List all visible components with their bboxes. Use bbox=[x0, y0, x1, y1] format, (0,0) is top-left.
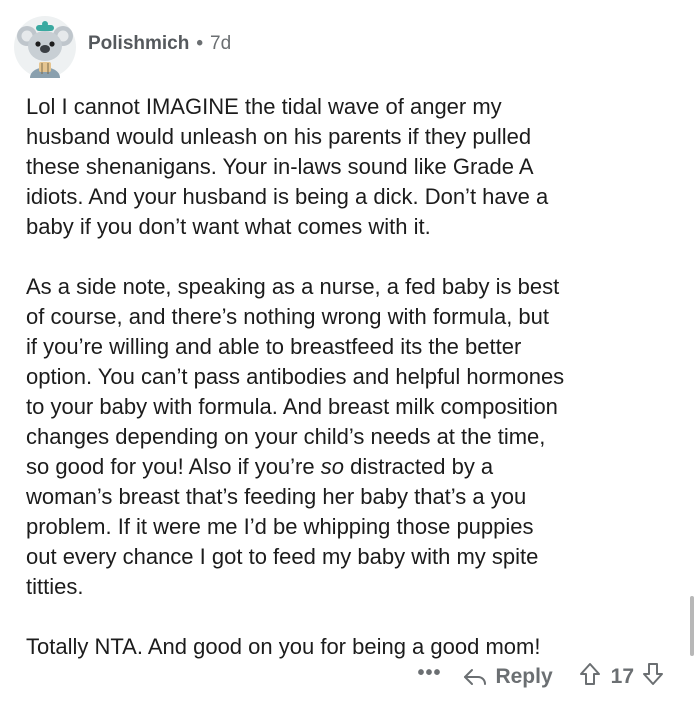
text-line: so good for you! Also if you’re so distr… bbox=[26, 452, 676, 482]
vote-controls: 17 bbox=[579, 662, 664, 692]
text-line: idiots. And your husband is being a dick… bbox=[26, 184, 549, 209]
comment-meta: Polishmich • 7d bbox=[88, 33, 231, 55]
text-line: Totally NTA. And good on you for being a… bbox=[26, 634, 541, 659]
comment-header: Polishmich • 7d bbox=[14, 14, 231, 80]
vote-score: 17 bbox=[610, 665, 634, 688]
meta-separator: • bbox=[196, 33, 204, 54]
comment-body: Lol I cannot IMAGINE the tidal wave of a… bbox=[26, 92, 676, 662]
text-line: husband would unleash on his parents if … bbox=[26, 124, 532, 149]
text-line: out every chance I got to feed my baby w… bbox=[26, 544, 539, 569]
reply-button[interactable]: Reply bbox=[463, 665, 553, 689]
emphasis-text: so bbox=[320, 454, 344, 479]
reply-arrow-icon bbox=[464, 669, 487, 685]
upvote-button[interactable] bbox=[579, 662, 601, 692]
text-line: problem. If it were me I’d be whipping t… bbox=[26, 514, 534, 539]
comment-paragraph-1: Lol I cannot IMAGINE the tidal wave of a… bbox=[26, 92, 676, 242]
text-line: if you’re willing and able to breastfeed… bbox=[26, 334, 522, 359]
comment-paragraph-3: Totally NTA. And good on you for being a… bbox=[26, 632, 676, 662]
text-line: these shenanigans. Your in-laws sound li… bbox=[26, 154, 534, 179]
text-segment: distracted by a bbox=[343, 454, 494, 479]
downvote-button[interactable] bbox=[642, 662, 664, 692]
comment-actions: ••• Reply 17 bbox=[417, 660, 664, 694]
downvote-arrow-icon bbox=[643, 663, 663, 685]
text-line: baby if you don’t want what comes with i… bbox=[26, 214, 431, 239]
text-line: titties. bbox=[26, 574, 84, 599]
text-line: Lol I cannot IMAGINE the tidal wave of a… bbox=[26, 94, 502, 119]
text-line: woman’s breast that’s feeding her baby t… bbox=[26, 484, 527, 509]
text-line: option. You can’t pass antibodies and he… bbox=[26, 364, 565, 389]
username-link[interactable]: Polishmich bbox=[88, 33, 189, 55]
avatar[interactable] bbox=[14, 16, 76, 78]
scrollbar-thumb[interactable] bbox=[690, 596, 694, 656]
reply-label: Reply bbox=[495, 665, 553, 688]
more-options-button[interactable]: ••• bbox=[417, 662, 441, 685]
comment-card: Polishmich • 7d Lol I cannot IMAGINE the… bbox=[0, 0, 700, 704]
comment-paragraph-2: As a side note, speaking as a nurse, a f… bbox=[26, 272, 676, 602]
comment-age: 7d bbox=[210, 33, 232, 54]
text-line: As a side note, speaking as a nurse, a f… bbox=[26, 274, 560, 299]
text-line: of course, and there’s nothing wrong wit… bbox=[26, 304, 550, 329]
text-line: to your baby with formula. And breast mi… bbox=[26, 394, 558, 419]
text-line: changes depending on your child’s needs … bbox=[26, 424, 546, 449]
koala-avatar-icon bbox=[14, 16, 76, 78]
text-segment: so good for you! Also if you’re bbox=[26, 454, 321, 479]
upvote-arrow-icon bbox=[579, 663, 600, 685]
